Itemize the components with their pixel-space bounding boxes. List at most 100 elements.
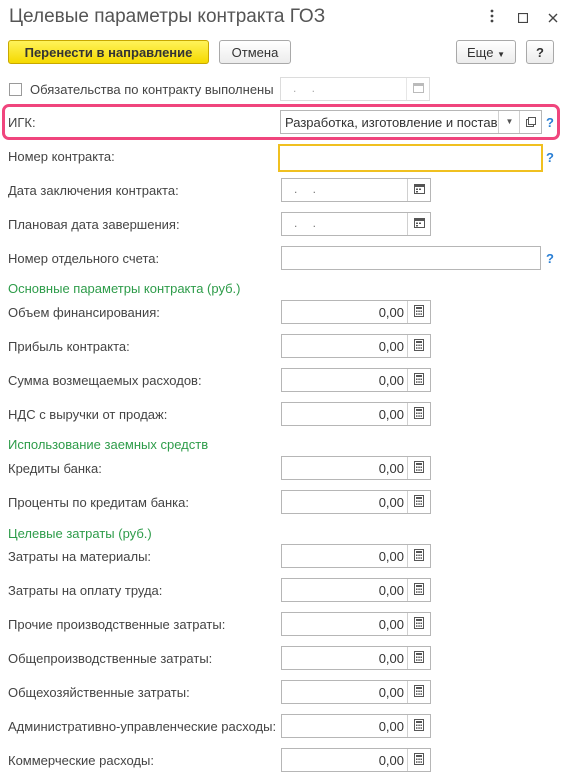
calendar-icon[interactable] [407,179,430,201]
account-help-icon[interactable]: ? [546,251,554,266]
conclusion-date-row: Дата заключения контракта: . . [0,178,568,204]
window-title: Целевые параметры контракта ГОЗ [9,6,326,27]
other-production-amount-field[interactable]: 0,00 [281,612,431,636]
profit-amount-field[interactable]: 0,00 [281,334,431,358]
igk-label: ИГК: [8,115,36,130]
contract-number-label: Номер контракта: [8,149,115,164]
calculator-icon[interactable] [407,301,430,323]
calculator-icon[interactable] [407,715,430,737]
funding-amount-field[interactable]: 0,00 [281,300,431,324]
calculator-icon[interactable] [407,613,430,635]
igk-row: ИГК: Разработка, изготовление и постав ▼… [0,110,568,136]
transfer-button[interactable]: Перенести в направление [8,40,209,64]
calculator-icon[interactable] [407,749,430,771]
credit-interest-row: Проценты по кредитам банка: 0,00 [0,490,568,516]
reimbursed-label: Сумма возмещаемых расходов: [8,373,202,388]
admin-amount-value: 0,00 [378,719,404,734]
planned-end-value: . . [294,216,323,230]
title-bar: Целевые параметры контракта ГОЗ [0,0,568,36]
bank-credits-amount-field[interactable]: 0,00 [281,456,431,480]
calculator-icon[interactable] [407,579,430,601]
other-production-row: Прочие производственные затраты: 0,00 [0,612,568,638]
obligations-checkbox[interactable] [9,83,22,96]
general-production-amount-value: 0,00 [378,651,404,666]
other-production-amount-value: 0,00 [378,617,404,632]
labor-label: Затраты на оплату труда: [8,583,163,598]
calculator-icon[interactable] [407,545,430,567]
open-link-icon[interactable] [519,111,542,133]
cancel-button[interactable]: Отмена [219,40,291,64]
reimbursed-row: Сумма возмещаемых расходов: 0,00 [0,368,568,394]
admin-amount-field[interactable]: 0,00 [281,714,431,738]
account-input[interactable] [281,246,541,270]
maximize-icon[interactable] [513,8,533,28]
help-button[interactable]: ? [526,40,554,64]
calculator-icon[interactable] [407,647,430,669]
general-business-row: Общехозяйственные затраты: 0,00 [0,680,568,706]
commercial-label: Коммерческие расходы: [8,753,154,768]
profit-row: Прибыль контракта: 0,00 [0,334,568,360]
dropdown-arrow-icon[interactable]: ▼ [498,111,520,133]
materials-amount-value: 0,00 [378,549,404,564]
contract-number-help-icon[interactable]: ? [546,150,554,165]
labor-amount-field[interactable]: 0,00 [281,578,431,602]
igk-help-icon[interactable]: ? [546,115,554,130]
general-production-amount-field[interactable]: 0,00 [281,646,431,670]
contract-number-input[interactable] [278,144,543,172]
funding-amount-value: 0,00 [378,305,404,320]
planned-end-field[interactable]: . . [281,212,431,236]
section-borrowed: Использование заемных средств [8,437,209,452]
funding-label: Объем финансирования: [8,305,160,320]
planned-end-row: Плановая дата завершения: . . [0,212,568,238]
igk-select[interactable]: Разработка, изготовление и постав ▼ [280,110,542,134]
profit-label: Прибыль контракта: [8,339,130,354]
commercial-amount-field[interactable]: 0,00 [281,748,431,772]
calculator-icon[interactable] [407,681,430,703]
obligations-date-field[interactable]: . . [280,77,430,101]
obligations-label: Обязательства по контракту выполнены [30,82,274,97]
reimbursed-amount-field[interactable]: 0,00 [281,368,431,392]
general-business-amount-value: 0,00 [378,685,404,700]
credit-interest-amount-field[interactable]: 0,00 [281,490,431,514]
conclusion-date-label: Дата заключения контракта: [8,183,179,198]
credit-interest-amount-value: 0,00 [378,495,404,510]
general-production-label: Общепроизводственные затраты: [8,651,213,666]
bank-credits-label: Кредиты банка: [8,461,102,476]
more-button[interactable]: Еще ▼ [456,40,516,64]
igk-value: Разработка, изготовление и постав [285,115,497,130]
funding-row: Объем финансирования: 0,00 [0,300,568,326]
vat-label: НДС с выручки от продаж: [8,407,168,422]
conclusion-date-value: . . [294,182,323,196]
account-label: Номер отдельного счета: [8,251,160,266]
calendar-icon[interactable] [407,213,430,235]
general-production-row: Общепроизводственные затраты: 0,00 [0,646,568,672]
account-row: Номер отдельного счета: ? [0,246,568,272]
materials-amount-field[interactable]: 0,00 [281,544,431,568]
commercial-amount-value: 0,00 [378,753,404,768]
credit-interest-label: Проценты по кредитам банка: [8,495,189,510]
commercial-row: Коммерческие расходы: 0,00 [0,748,568,774]
other-production-label: Прочие производственные затраты: [8,617,226,632]
more-label: Еще [467,45,494,60]
admin-label: Административно-управленческие расходы: [8,719,277,734]
profit-amount-value: 0,00 [378,339,404,354]
calculator-icon[interactable] [407,457,430,479]
materials-row: Затраты на материалы: 0,00 [0,544,568,570]
section-main-params: Основные параметры контракта (руб.) [8,281,241,296]
vat-amount-field[interactable]: 0,00 [281,402,431,426]
calendar-icon[interactable] [406,78,429,100]
kebab-icon[interactable] [482,8,502,28]
admin-row: Административно-управленческие расходы: 0… [0,714,568,740]
labor-amount-value: 0,00 [378,583,404,598]
conclusion-date-field[interactable]: . . [281,178,431,202]
materials-label: Затраты на материалы: [8,549,152,564]
calculator-icon[interactable] [407,491,430,513]
close-icon[interactable] [543,8,563,28]
general-business-amount-field[interactable]: 0,00 [281,680,431,704]
calculator-icon[interactable] [407,369,430,391]
contract-number-row: Номер контракта: ? [0,144,568,172]
calculator-icon[interactable] [407,403,430,425]
bank-credits-row: Кредиты банка: 0,00 [0,456,568,482]
calculator-icon[interactable] [407,335,430,357]
dropdown-arrow-icon: ▼ [497,50,505,59]
